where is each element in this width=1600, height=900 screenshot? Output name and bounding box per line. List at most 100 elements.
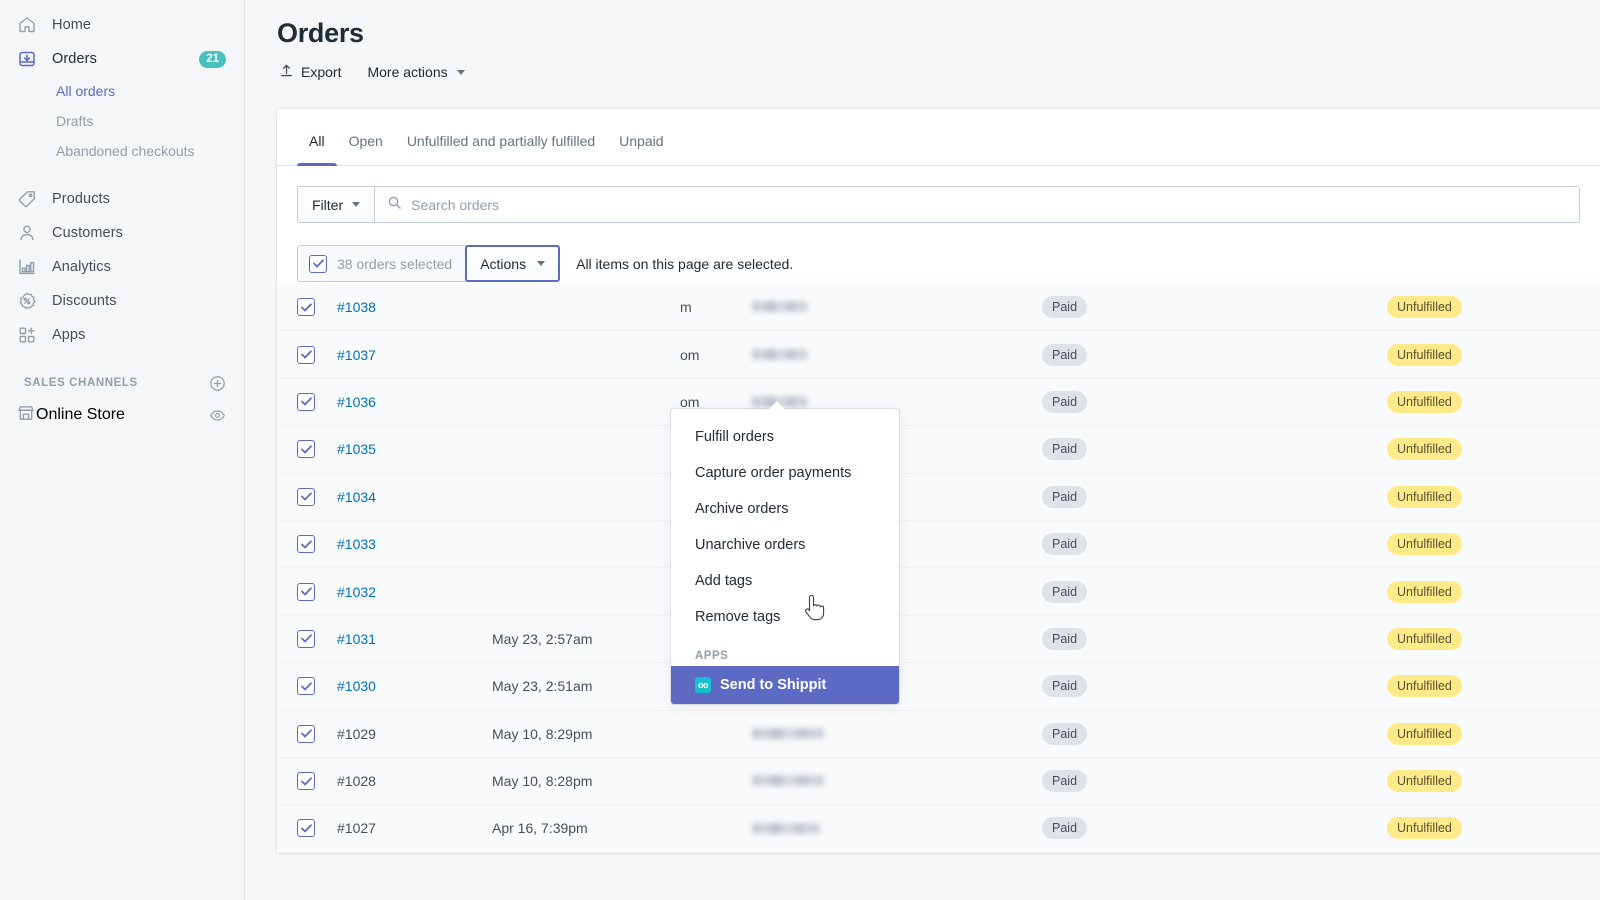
table-row[interactable]: #1038mPaidUnfulfilled bbox=[277, 284, 1600, 331]
menu-item-fulfill-orders[interactable]: Fulfill orders bbox=[671, 419, 899, 455]
row-checkbox[interactable] bbox=[297, 725, 315, 743]
row-checkbox[interactable] bbox=[297, 488, 315, 506]
person-icon bbox=[16, 222, 38, 244]
sidebar-item-home[interactable]: Home bbox=[8, 8, 236, 42]
sidebar-item-orders[interactable]: Orders 21 bbox=[8, 42, 236, 76]
selected-count-chip[interactable]: 38 orders selected bbox=[297, 245, 466, 282]
tab-unfulfilled-partially-fulfilled[interactable]: Unfulfilled and partially fulfilled bbox=[395, 131, 607, 165]
table-row[interactable]: #1032mPaidUnfulfilled bbox=[277, 568, 1600, 615]
sidebar-subitem-drafts[interactable]: Drafts bbox=[8, 106, 236, 136]
order-number-link[interactable]: #1034 bbox=[337, 489, 492, 505]
table-row[interactable]: #1031May 23, 2:57amPaidUnfulfilled bbox=[277, 616, 1600, 663]
row-checkbox[interactable] bbox=[297, 346, 315, 364]
order-number-link[interactable]: #1029 bbox=[337, 726, 492, 742]
table-row[interactable]: #1033mPaidUnfulfilled bbox=[277, 521, 1600, 568]
menu-item-archive-orders[interactable]: Archive orders bbox=[671, 491, 899, 527]
filter-label: Filter bbox=[312, 197, 343, 213]
status-badge-fulfillment: Unfulfilled bbox=[1387, 344, 1462, 366]
tab-all[interactable]: All bbox=[297, 131, 337, 165]
row-checkbox-cell[interactable] bbox=[297, 583, 337, 601]
select-all-checkbox[interactable] bbox=[309, 255, 327, 273]
sidebar-item-discounts[interactable]: Discounts bbox=[8, 284, 236, 318]
table-row[interactable]: #1027Apr 16, 7:39pmPaidUnfulfilled bbox=[277, 805, 1600, 852]
customer-cell bbox=[752, 772, 1042, 790]
sidebar-subitem-all-orders[interactable]: All orders bbox=[8, 76, 236, 106]
tab-unpaid[interactable]: Unpaid bbox=[607, 131, 675, 165]
sidebar-item-online-store[interactable]: Online Store bbox=[8, 398, 236, 432]
menu-item-unarchive-orders[interactable]: Unarchive orders bbox=[671, 527, 899, 563]
menu-item-remove-tags[interactable]: Remove tags bbox=[671, 599, 899, 635]
row-checkbox-cell[interactable] bbox=[297, 440, 337, 458]
table-row[interactable]: #1037om Paid Unfulfilled bbox=[277, 331, 1600, 378]
search-input[interactable]: Search orders bbox=[411, 197, 499, 213]
row-checkbox[interactable] bbox=[297, 677, 315, 695]
orders-table: #1038mPaidUnfulfilled#1037omPaidUnfulfil… bbox=[277, 284, 1600, 853]
table-row[interactable]: #1028May 10, 8:28pmPaidUnfulfilled bbox=[277, 758, 1600, 805]
payment-status-cell: Paid bbox=[1042, 533, 1387, 555]
order-number-link[interactable]: #1033 bbox=[337, 536, 492, 552]
plus-circle-icon[interactable] bbox=[208, 374, 226, 392]
row-checkbox[interactable] bbox=[297, 819, 315, 837]
order-date-cell: May 10, 8:29pm bbox=[492, 726, 752, 742]
table-row[interactable]: #1036omPaidUnfulfilled bbox=[277, 379, 1600, 426]
filter-button[interactable]: Filter bbox=[298, 187, 375, 222]
tab-open[interactable]: Open bbox=[337, 131, 395, 165]
status-badge-fulfillment: Unfulfilled bbox=[1387, 533, 1462, 555]
search-field-wrapper[interactable]: Search orders bbox=[375, 187, 1579, 222]
row-checkbox-cell[interactable] bbox=[297, 677, 337, 695]
order-date-cell: Apr 16, 7:39pm bbox=[492, 820, 752, 836]
eye-icon[interactable] bbox=[208, 406, 226, 424]
order-number-link[interactable]: #1038 bbox=[337, 299, 492, 315]
status-badge-payment: Paid bbox=[1042, 344, 1087, 366]
row-checkbox-cell[interactable] bbox=[297, 488, 337, 506]
sidebar-item-apps[interactable]: Apps bbox=[8, 318, 236, 352]
row-checkbox[interactable] bbox=[297, 535, 315, 553]
export-button[interactable]: Export bbox=[277, 60, 343, 84]
row-checkbox[interactable] bbox=[297, 393, 315, 411]
table-row[interactable]: #1034omPaidUnfulfilled bbox=[277, 474, 1600, 521]
sidebar-item-products[interactable]: Products bbox=[8, 182, 236, 216]
table-row[interactable]: #1029May 10, 8:29pmPaidUnfulfilled bbox=[277, 711, 1600, 758]
page-header: Orders Export More actions bbox=[245, 0, 1600, 84]
order-number-link[interactable]: #1027 bbox=[337, 820, 492, 836]
order-number-link[interactable]: #1035 bbox=[337, 441, 492, 457]
row-checkbox[interactable] bbox=[297, 298, 315, 316]
row-checkbox-cell[interactable] bbox=[297, 535, 337, 553]
chevron-down-icon bbox=[537, 261, 545, 266]
row-checkbox[interactable] bbox=[297, 583, 315, 601]
order-number-link[interactable]: #1036 bbox=[337, 394, 492, 410]
sales-channels-header: SALES CHANNELS bbox=[8, 368, 236, 398]
sidebar-subitem-abandoned-checkouts[interactable]: Abandoned checkouts bbox=[8, 136, 236, 166]
actions-button[interactable]: Actions bbox=[465, 245, 560, 282]
menu-item-capture-order-payments[interactable]: Capture order payments bbox=[671, 455, 899, 491]
order-number-link[interactable]: #1032 bbox=[337, 584, 492, 600]
row-checkbox-cell[interactable] bbox=[297, 819, 337, 837]
order-number-link[interactable]: #1031 bbox=[337, 631, 492, 647]
sidebar-subitem-label: Drafts bbox=[56, 113, 93, 129]
sidebar-spacer-2 bbox=[0, 352, 244, 368]
row-checkbox-cell[interactable] bbox=[297, 772, 337, 790]
table-row[interactable]: #1030May 23, 2:51amPaidUnfulfilled bbox=[277, 663, 1600, 710]
order-number-link[interactable]: #1037 bbox=[337, 347, 492, 363]
order-number-link[interactable]: #1030 bbox=[337, 678, 492, 694]
more-actions-button[interactable]: More actions bbox=[365, 61, 466, 83]
status-badge-fulfillment: Unfulfilled bbox=[1387, 296, 1462, 318]
table-row[interactable]: #1035omPaidUnfulfilled bbox=[277, 426, 1600, 473]
row-checkbox[interactable] bbox=[297, 630, 315, 648]
row-checkbox-cell[interactable] bbox=[297, 298, 337, 316]
row-checkbox-cell[interactable] bbox=[297, 630, 337, 648]
row-checkbox-cell[interactable] bbox=[297, 346, 337, 364]
row-checkbox[interactable] bbox=[297, 440, 315, 458]
order-number-link[interactable]: #1028 bbox=[337, 773, 492, 789]
menu-item-send-to-shippit[interactable]: oo Send to Shippit bbox=[671, 666, 899, 704]
row-checkbox-cell[interactable] bbox=[297, 725, 337, 743]
sidebar-spacer bbox=[0, 166, 244, 182]
row-checkbox[interactable] bbox=[297, 772, 315, 790]
menu-item-add-tags[interactable]: Add tags bbox=[671, 563, 899, 599]
sales-channels-label: SALES CHANNELS bbox=[24, 377, 138, 389]
sidebar-item-analytics[interactable]: Analytics bbox=[8, 250, 236, 284]
selection-note: All items on this page are selected. bbox=[576, 256, 793, 272]
order-date-cell: om bbox=[492, 347, 752, 363]
sidebar-item-customers[interactable]: Customers bbox=[8, 216, 236, 250]
row-checkbox-cell[interactable] bbox=[297, 393, 337, 411]
